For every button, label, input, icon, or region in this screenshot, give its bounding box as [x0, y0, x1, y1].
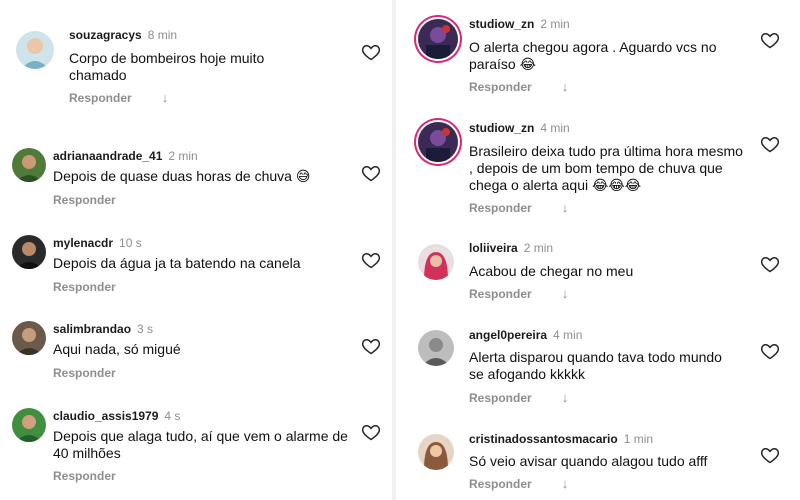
arrow-down-icon[interactable]: ↓ — [162, 90, 169, 105]
reply-row: Responder — [53, 193, 116, 207]
comment-text: Alerta disparou quando tava todo mundo s… — [469, 349, 722, 382]
heart-outline-icon[interactable] — [760, 134, 780, 154]
comment-text: Aqui nada, só migué — [53, 341, 181, 357]
reply-row: Responder ↓ — [469, 79, 568, 94]
timestamp: 4 min — [553, 328, 583, 342]
avatar[interactable] — [418, 19, 458, 59]
avatar[interactable] — [12, 321, 46, 355]
comments-panel-right: studiow_zn 2 min O alerta chegou agora . … — [396, 0, 800, 500]
avatar[interactable] — [12, 148, 46, 182]
reply-button[interactable]: Responder — [469, 201, 532, 215]
avatar[interactable] — [418, 330, 454, 366]
reply-row: Responder ↓ — [469, 390, 568, 405]
heart-outline-icon[interactable] — [361, 336, 381, 356]
comment-text: O alerta chegou agora . Aguardo vcs no p… — [469, 39, 717, 72]
timestamp: 1 min — [623, 432, 654, 446]
heart-outline-icon[interactable] — [760, 341, 780, 361]
username[interactable]: souzagracys — [69, 28, 142, 42]
comment-meta: cristinadossantosmacario 1 min — [469, 432, 653, 446]
username[interactable]: loliiveira — [469, 241, 518, 255]
avatar[interactable] — [16, 31, 54, 69]
heart-outline-icon[interactable] — [361, 250, 381, 270]
comment-meta: loliiveira 2 min — [469, 241, 553, 255]
comment-text: Depois da água ja ta batendo na canela — [53, 255, 301, 271]
comment-text: Corpo de bombeiros hoje muito chamado — [69, 50, 265, 83]
timestamp: 2 min — [540, 17, 570, 31]
arrow-down-icon[interactable]: ↓ — [562, 79, 569, 94]
reply-button[interactable]: Responder — [53, 280, 116, 294]
heart-outline-icon[interactable] — [361, 42, 381, 62]
reply-row: Responder ↓ — [469, 200, 568, 215]
reply-button[interactable]: Responder — [53, 193, 116, 207]
username[interactable]: cristinadossantosmacario — [469, 432, 618, 446]
reply-row: Responder — [53, 366, 116, 380]
username[interactable]: studiow_zn — [469, 121, 534, 135]
reply-row: Responder ↓ — [469, 476, 568, 491]
heart-outline-icon[interactable] — [760, 445, 780, 465]
comment-meta: mylenacdr 10 s — [53, 236, 142, 250]
timestamp: 4 min — [540, 121, 570, 135]
timestamp: 8 min — [147, 28, 178, 42]
reply-button[interactable]: Responder — [469, 391, 532, 405]
avatar[interactable] — [418, 244, 454, 280]
reply-button[interactable]: Responder — [469, 80, 532, 94]
arrow-down-icon[interactable]: ↓ — [562, 200, 569, 215]
timestamp: 2 min — [523, 241, 554, 255]
reply-button[interactable]: Responder — [469, 287, 532, 301]
reply-row: Responder — [53, 469, 116, 483]
comment-meta: studiow_zn 4 min — [469, 121, 570, 135]
reply-row: Responder ↓ — [469, 286, 568, 301]
username[interactable]: salimbrandao — [53, 322, 131, 336]
comment-meta: claudio_assis1979 4 s — [53, 409, 180, 423]
username[interactable]: claudio_assis1979 — [53, 409, 158, 423]
timestamp: 10 s — [119, 236, 142, 250]
heart-outline-icon[interactable] — [760, 30, 780, 50]
reply-row: Responder — [53, 280, 116, 294]
comment-text: Acabou de chegar no meu — [469, 263, 634, 279]
heart-outline-icon[interactable] — [361, 163, 381, 183]
comment-text: Depois de quase duas horas de chuva 😅 — [53, 168, 311, 184]
reply-button[interactable]: Responder — [53, 469, 116, 483]
comment-text: Brasileiro deixa tudo pra última hora me… — [469, 143, 743, 193]
username[interactable]: studiow_zn — [469, 17, 534, 31]
timestamp: 3 s — [137, 322, 154, 336]
comment-text: Depois que alaga tudo, aí que vem o alar… — [53, 428, 348, 461]
arrow-down-icon[interactable]: ↓ — [562, 390, 569, 405]
heart-outline-icon[interactable] — [760, 254, 780, 274]
arrow-down-icon[interactable]: ↓ — [562, 286, 569, 301]
username[interactable]: mylenacdr — [53, 236, 113, 250]
reply-button[interactable]: Responder — [53, 366, 116, 380]
comment-meta: adrianaandrade_41 2 min — [53, 149, 198, 163]
comment-meta: angel0pereira 4 min — [469, 328, 582, 342]
avatar[interactable] — [12, 408, 46, 442]
timestamp: 4 s — [164, 409, 181, 423]
reply-button[interactable]: Responder — [469, 477, 532, 491]
avatar[interactable] — [418, 122, 458, 162]
avatar[interactable] — [418, 434, 454, 470]
comment-text: Só veio avisar quando alagou tudo afff — [469, 453, 708, 469]
reply-row: Responder ↓ — [69, 90, 168, 105]
username[interactable]: adrianaandrade_41 — [53, 149, 162, 163]
comment-meta: studiow_zn 2 min — [469, 17, 570, 31]
reply-button[interactable]: Responder — [69, 91, 132, 105]
timestamp: 2 min — [168, 149, 198, 163]
comment-meta: souzagracys 8 min — [69, 28, 177, 42]
avatar[interactable] — [12, 235, 46, 269]
heart-outline-icon[interactable] — [361, 422, 381, 442]
arrow-down-icon[interactable]: ↓ — [562, 476, 569, 491]
username[interactable]: angel0pereira — [469, 328, 547, 342]
comment-meta: salimbrandao 3 s — [53, 322, 153, 336]
comments-panel-left: souzagracys 8 min Corpo de bombeiros hoje… — [0, 0, 392, 500]
